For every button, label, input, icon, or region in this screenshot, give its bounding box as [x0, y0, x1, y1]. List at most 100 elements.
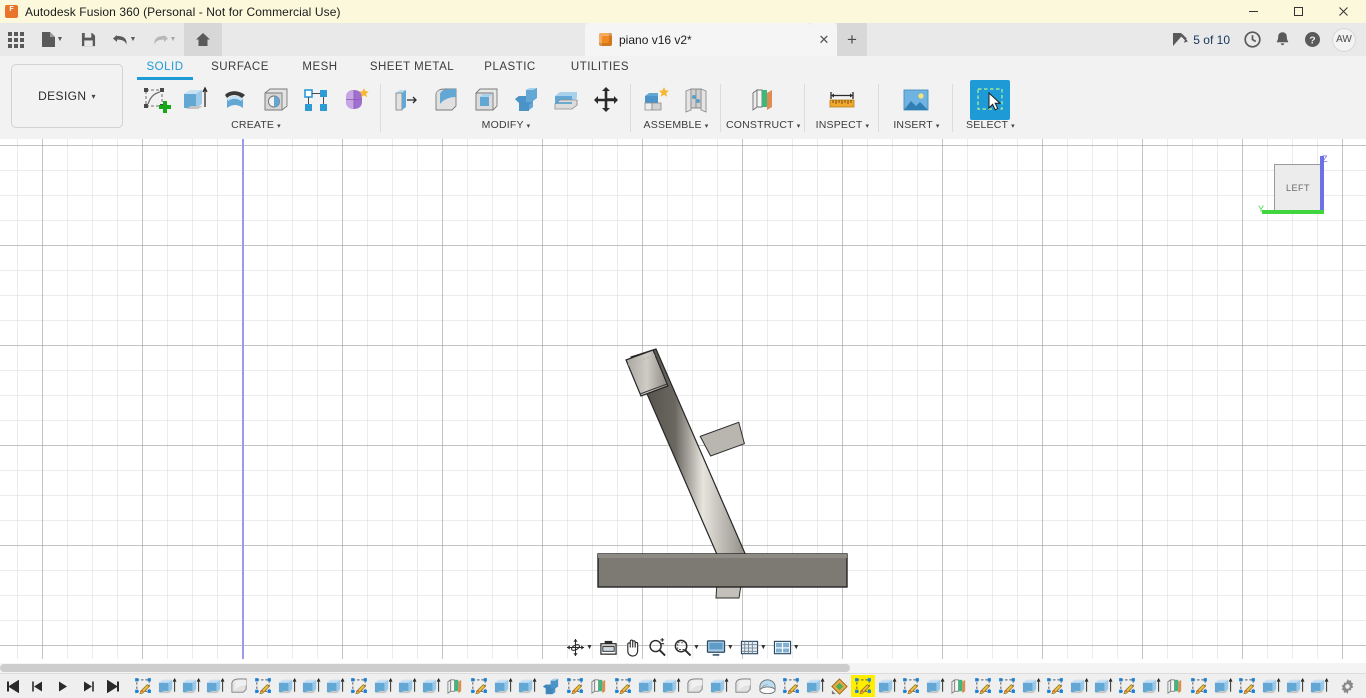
timeline-feature-extrude[interactable] — [875, 675, 899, 697]
pan-icon[interactable] — [621, 635, 645, 660]
timeline-feature-extrude[interactable] — [515, 675, 539, 697]
tab-utilities[interactable]: UTILITIES — [554, 58, 646, 76]
timeline-feature-fillet[interactable] — [227, 675, 251, 697]
help-icon[interactable]: ? — [1297, 23, 1328, 56]
recent-activity-icon[interactable] — [1237, 23, 1268, 56]
panel-modify-label[interactable]: MODIFY ▾ — [482, 119, 531, 131]
undo-icon[interactable]: ▼ — [104, 23, 144, 56]
select-window-icon[interactable] — [970, 80, 1011, 120]
timeline-feature-sketch[interactable] — [995, 675, 1019, 697]
timeline-settings-icon[interactable] — [1339, 678, 1356, 695]
timeline-feature-extrude[interactable] — [323, 675, 347, 697]
joint-icon[interactable] — [676, 80, 716, 120]
minimize-button[interactable] — [1231, 0, 1276, 23]
timeline-feature-sketch[interactable] — [1187, 675, 1211, 697]
timeline-feature-sketch[interactable] — [779, 675, 803, 697]
timeline-feature-combine[interactable] — [539, 675, 563, 697]
close-button[interactable] — [1321, 0, 1366, 23]
job-status-button[interactable]: 5 of 10 — [1165, 23, 1237, 56]
tab-solid[interactable]: SOLID — [132, 58, 198, 80]
model-geometry[interactable] — [0, 139, 1366, 659]
extrude-icon[interactable] — [176, 80, 216, 120]
panel-construct-label[interactable]: CONSTRUCT ▾ — [726, 119, 800, 131]
revolve-icon[interactable] — [216, 80, 256, 120]
chevron-down-icon[interactable]: ▼ — [586, 644, 593, 651]
timeline-feature-extrude[interactable] — [1091, 675, 1115, 697]
insert-image-icon[interactable] — [896, 80, 936, 120]
timeline-feature-extrude[interactable] — [491, 675, 515, 697]
timeline-feature-extrude[interactable] — [1019, 675, 1043, 697]
timeline-feature-extrude[interactable] — [707, 675, 731, 697]
hole-icon[interactable] — [256, 80, 296, 120]
panel-inspect-label[interactable]: INSPECT ▾ — [816, 119, 870, 131]
new-component-icon[interactable] — [636, 80, 676, 120]
skip-to-end-icon[interactable] — [100, 674, 125, 698]
timeline-feature-extrude[interactable] — [1283, 675, 1307, 697]
maximize-button[interactable] — [1276, 0, 1321, 23]
shell-icon[interactable] — [466, 80, 506, 120]
timeline-feature-sketch[interactable] — [899, 675, 923, 697]
timeline-feature-sketch[interactable] — [251, 675, 275, 697]
timeline-feature-sketch[interactable] — [851, 675, 875, 697]
step-forward-icon[interactable] — [75, 674, 100, 698]
chevron-down-icon[interactable]: ▼ — [57, 36, 64, 43]
timeline-feature-extrude[interactable] — [419, 675, 443, 697]
timeline-feature-extrude[interactable] — [1139, 675, 1163, 697]
close-tab-button[interactable]: ✕ — [811, 23, 837, 56]
view-cube-face-left[interactable]: LEFT — [1274, 164, 1322, 212]
timeline-feature-sketch[interactable] — [611, 675, 635, 697]
orbit-icon[interactable]: ▼ — [563, 635, 596, 660]
chevron-down-icon[interactable]: ▼ — [793, 644, 800, 651]
notifications-bell-icon[interactable] — [1268, 23, 1297, 56]
scrollbar-thumb[interactable] — [0, 664, 850, 672]
timeline-feature-extrude[interactable] — [1211, 675, 1235, 697]
timeline-feature-fillet[interactable] — [683, 675, 707, 697]
timeline-feature-extrude[interactable] — [635, 675, 659, 697]
timeline-feature-revolve[interactable] — [755, 675, 779, 697]
timeline-feature-sketch[interactable] — [347, 675, 371, 697]
timeline-feature-extrude[interactable] — [923, 675, 947, 697]
timeline-feature-extrude[interactable] — [1067, 675, 1091, 697]
offset-plane-icon[interactable] — [743, 80, 783, 120]
timeline-feature-extrude[interactable] — [371, 675, 395, 697]
new-tab-button[interactable]: + — [837, 23, 867, 56]
timeline-feature-sketch[interactable] — [563, 675, 587, 697]
step-back-icon[interactable] — [25, 674, 50, 698]
chevron-down-icon[interactable]: ▼ — [130, 36, 137, 43]
rib-pattern-icon[interactable] — [296, 80, 336, 120]
horizontal-scrollbar[interactable] — [0, 663, 1366, 673]
fillet-icon[interactable] — [426, 80, 466, 120]
home-icon[interactable] — [184, 23, 222, 56]
panel-create-label[interactable]: CREATE ▾ — [231, 119, 281, 131]
timeline-feature-sketch[interactable] — [1235, 675, 1259, 697]
split-face-icon[interactable] — [546, 80, 586, 120]
timeline-feature-sketch[interactable] — [131, 675, 155, 697]
measure-icon[interactable] — [822, 80, 862, 120]
chevron-down-icon[interactable]: ▼ — [693, 644, 700, 651]
combine-icon[interactable] — [506, 80, 546, 120]
zoom-icon[interactable] — [645, 635, 670, 660]
move-copy-icon[interactable] — [586, 80, 626, 120]
look-at-icon[interactable] — [596, 635, 621, 660]
timeline-feature-extrude[interactable] — [203, 675, 227, 697]
timeline-feature-extrude[interactable] — [299, 675, 323, 697]
view-cube[interactable]: LEFT Z Y — [1258, 154, 1340, 230]
timeline-feature-sketch[interactable] — [1115, 675, 1139, 697]
document-tab[interactable]: piano v16 v2* — [585, 23, 811, 56]
display-settings-icon[interactable]: ▼ — [703, 635, 737, 660]
user-avatar[interactable]: AW — [1332, 27, 1356, 52]
chevron-down-icon[interactable]: ▼ — [170, 36, 177, 43]
timeline-feature-plane[interactable] — [587, 675, 611, 697]
app-grid-icon[interactable] — [0, 23, 32, 56]
chevron-down-icon[interactable]: ▼ — [760, 644, 767, 651]
timeline-feature-extrude[interactable] — [395, 675, 419, 697]
timeline-feature-extrude[interactable] — [1307, 675, 1331, 697]
tab-plastic[interactable]: PLASTIC — [466, 58, 554, 76]
viewport-canvas[interactable]: LEFT Z Y — [0, 139, 1366, 659]
timeline-feature-sketch[interactable] — [467, 675, 491, 697]
tab-mesh[interactable]: MESH — [282, 58, 358, 76]
design-workspace-selector[interactable]: DESIGN ▾ — [11, 64, 123, 128]
grid-snaps-icon[interactable]: ▼ — [737, 635, 770, 660]
chevron-down-icon[interactable]: ▼ — [727, 644, 734, 651]
tab-sheet-metal[interactable]: SHEET METAL — [358, 58, 466, 76]
